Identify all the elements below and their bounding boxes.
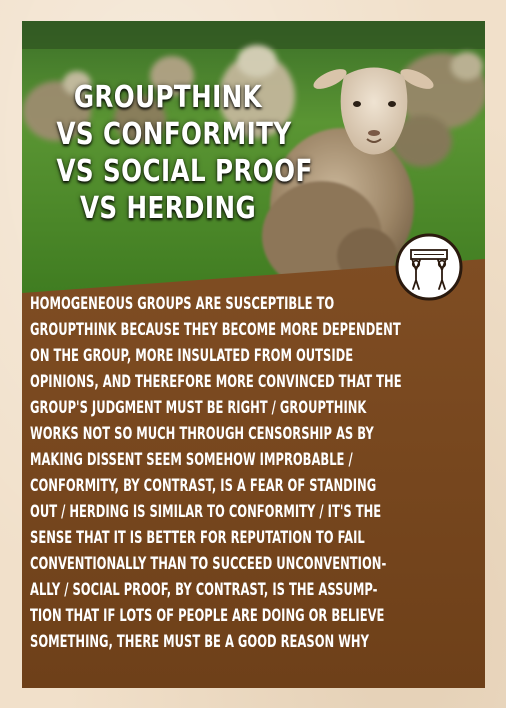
body-line: OUT / HERDING IS SIMILAR TO CONFORMITY /… — [30, 502, 382, 521]
poster-body-text: HOMOGENEOUS GROUPS ARE SUSCEPTIBLE TO GR… — [30, 291, 485, 655]
body-line: SENSE THAT IT IS BETTER FOR REPUTATION T… — [30, 528, 365, 547]
body-line: TION THAT IF LOTS OF PEOPLE ARE DOING OR… — [30, 606, 385, 625]
body-line: GROUP'S JUDGMENT MUST BE RIGHT / GROUPTH… — [30, 398, 367, 417]
body-line: CONFORMITY, BY CONTRAST, IS A FEAR OF ST… — [30, 476, 377, 495]
title-line: VS SOCIAL PROOF — [56, 154, 313, 189]
page-background: GROUPTHINK VS CONFORMITY VS SOCIAL PROOF… — [0, 0, 506, 708]
body-line: OPINIONS, AND THEREFORE MORE CONVINCED T… — [30, 372, 402, 391]
body-line: GROUPTHINK BECAUSE THEY BECOME MORE DEPE… — [30, 320, 401, 339]
body-line: SOMETHING, THERE MUST BE A GOOD REASON W… — [30, 632, 369, 651]
body-line: MAKING DISSENT SEEM SOMEHOW IMPROBABLE / — [30, 450, 353, 469]
body-line: CONVENTIONALLY THAN TO SUCCEED UNCONVENT… — [30, 554, 387, 573]
poster-card: GROUPTHINK VS CONFORMITY VS SOCIAL PROOF… — [22, 21, 485, 688]
poster-title: GROUPTHINK VS CONFORMITY VS SOCIAL PROOF… — [32, 79, 313, 227]
title-line: VS CONFORMITY — [56, 117, 292, 152]
body-line: HOMOGENEOUS GROUPS ARE SUSCEPTIBLE TO — [30, 294, 335, 313]
title-line: VS HERDING — [79, 191, 257, 226]
body-line: WORKS NOT SO MUCH THROUGH CENSORSHIP AS … — [30, 424, 374, 443]
title-line: GROUPTHINK — [73, 80, 263, 115]
body-line: ON THE GROUP, MORE INSULATED FROM OUTSID… — [30, 346, 354, 365]
body-line: ALLY / SOCIAL PROOF, BY CONTRAST, IS THE… — [30, 580, 378, 599]
